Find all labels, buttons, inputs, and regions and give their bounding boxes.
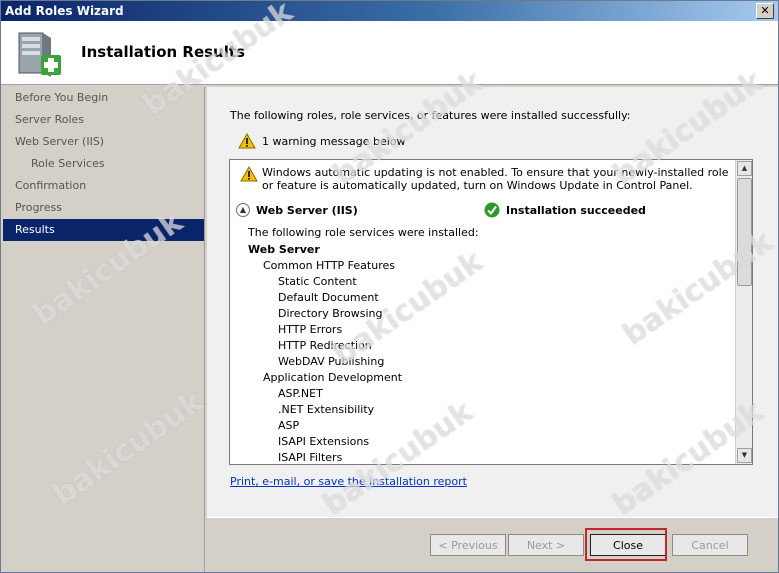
nav-item-results[interactable]: Results [3,219,204,241]
nav-item-role-services[interactable]: Role Services [3,153,204,175]
nav-item-progress[interactable]: Progress [3,197,204,219]
installation-report-link[interactable]: Print, e-mail, or save the installation … [230,475,467,488]
page-title: Installation Results [81,43,245,61]
scroll-down-arrow-icon[interactable]: ▼ [737,448,752,463]
warning-summary: 1 warning message below [238,133,406,149]
results-list-box[interactable]: Windows automatic updating is not enable… [229,159,753,465]
success-check-icon [484,202,500,218]
warning-icon [240,166,258,182]
list-item: ASP.NET [278,387,323,400]
nav-item-web-server-iis[interactable]: Web Server (IIS) [3,131,204,153]
installed-role-services-tree: Web Server Common HTTP Features Static C… [230,242,730,464]
warning-icon [238,133,256,149]
window-close-button[interactable]: ✕ [756,3,774,19]
section-status: Installation succeeded [506,204,646,217]
nav-item-before-you-begin[interactable]: Before You Begin [3,87,204,109]
cancel-button[interactable]: Cancel [672,534,748,556]
scroll-thumb[interactable] [737,178,752,286]
window-title: Add Roles Wizard [5,4,124,18]
wizard-header: Installation Results [1,21,778,85]
list-item: Web Server [248,243,320,256]
list-item: Default Document [278,291,379,304]
list-item: ISAPI Extensions [278,435,370,448]
web-server-section-header: ▲ Web Server (IIS) Installation succeede… [236,202,732,220]
warning-summary-text: 1 warning message below [262,134,406,148]
collapse-chevron-up-icon[interactable]: ▲ [236,203,250,217]
section-name: Web Server (IIS) [256,204,358,217]
wizard-footer: < Previous Next > Close Cancel [207,517,778,572]
list-item: Static Content [278,275,357,288]
update-warning-text: Windows automatic updating is not enable… [262,166,729,192]
update-warning: Windows automatic updating is not enable… [240,166,734,192]
list-item: Application Development [263,371,403,384]
list-item: ASP [278,419,300,432]
nav-item-confirmation[interactable]: Confirmation [3,175,204,197]
list-item: HTTP Errors [278,323,343,336]
title-bar[interactable]: Add Roles Wizard ✕ [1,1,778,21]
list-item: ISAPI Filters [278,451,343,464]
results-intro: The following roles, role services, or f… [230,109,631,122]
list-item: Directory Browsing [278,307,383,320]
server-add-icon [18,32,61,77]
wizard-nav: Before You Begin Server Roles Web Server… [3,87,205,572]
results-content: Windows automatic updating is not enable… [230,160,736,464]
list-item: HTTP Redirection [278,339,372,352]
installed-intro: The following role services were install… [248,226,479,239]
previous-button[interactable]: < Previous [430,534,506,556]
list-item: WebDAV Publishing [278,355,385,368]
close-button[interactable]: Close [590,534,666,556]
results-panel: The following roles, role services, or f… [207,87,778,517]
list-item: .NET Extensibility [278,403,375,416]
nav-item-server-roles[interactable]: Server Roles [3,109,204,131]
scroll-up-arrow-icon[interactable]: ▲ [737,161,752,176]
list-item: Common HTTP Features [263,259,395,272]
next-button[interactable]: Next > [508,534,584,556]
results-scrollbar[interactable]: ▲ ▼ [735,160,752,464]
add-roles-wizard-window: Add Roles Wizard ✕ Installation Results … [0,0,779,573]
